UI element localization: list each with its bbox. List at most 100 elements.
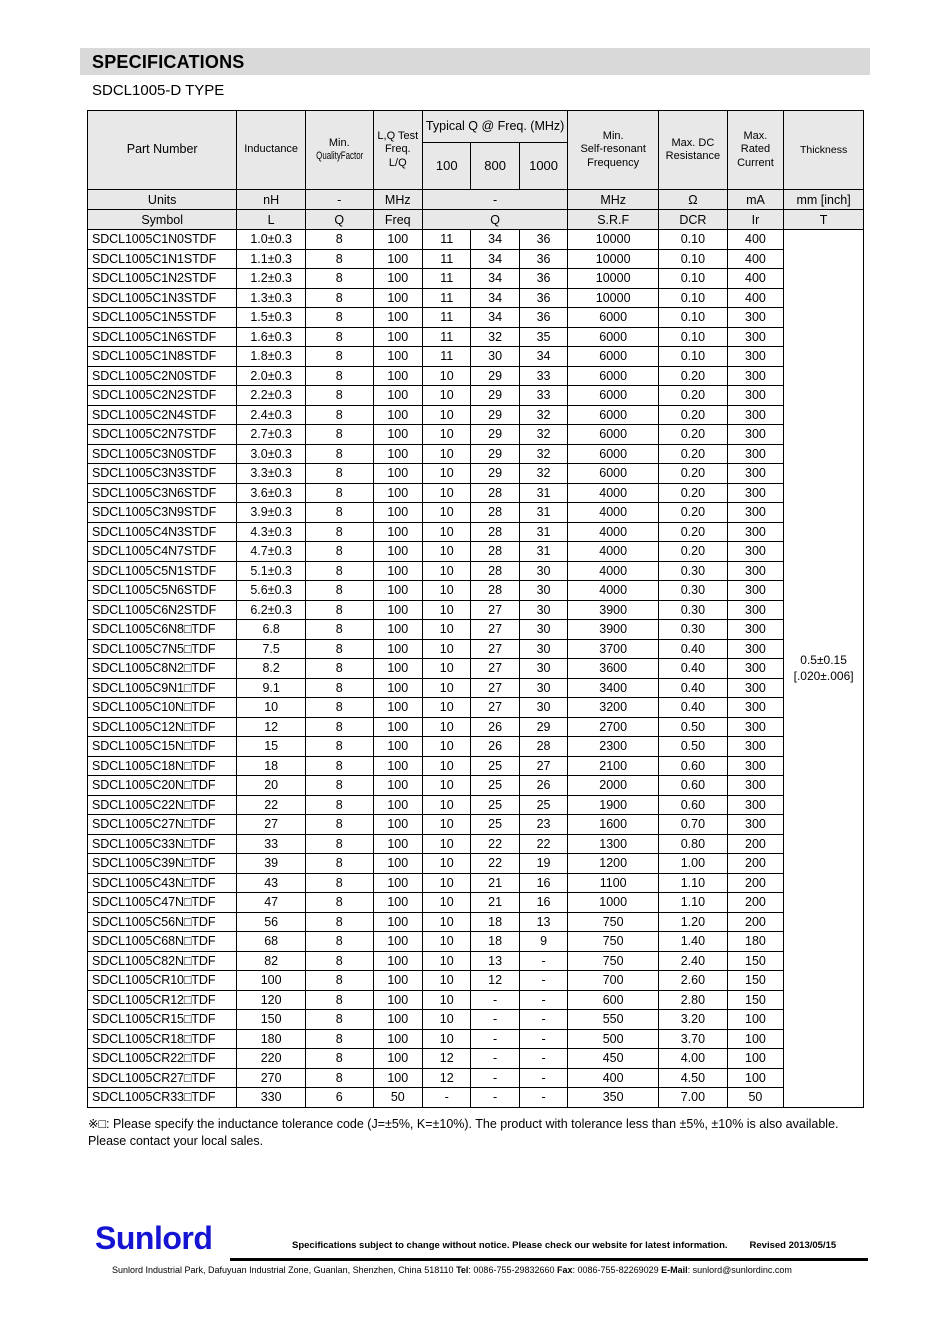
table-row: SDCL1005C4N3STDF 4.3±0.3 8 100 10 28 31 4000 0.2…	[86, 521, 864, 542]
cell-q-800: 34	[470, 307, 520, 328]
cell-q-100: 10	[421, 541, 472, 562]
cell-inductance: 7.5	[236, 638, 306, 659]
cell-q-1000: 36	[518, 307, 569, 328]
table-row: SDCL1005C43N□TDF 43 8 100 10 21 16 1100 1.10 200	[86, 872, 864, 893]
header-inductance: Inductance	[236, 110, 306, 190]
cell-dcr: 0.30	[658, 560, 728, 581]
cell-test-freq: 100	[372, 872, 424, 893]
cell-q-100: 10	[421, 697, 472, 718]
cell-srf: 4000	[567, 560, 660, 581]
cell-dcr: 0.60	[658, 775, 728, 796]
cell-min-q: 8	[304, 521, 374, 542]
cell-inductance: 270	[236, 1067, 306, 1088]
cell-q-1000: -	[518, 950, 569, 971]
symbol-thickness: T	[783, 209, 864, 230]
cell-inductance: 68	[236, 931, 306, 952]
cell-min-q: 8	[304, 580, 374, 601]
cell-q-800: 27	[470, 677, 520, 698]
cell-srf: 10000	[567, 268, 660, 289]
cell-dcr: 0.30	[658, 599, 728, 620]
cell-q-800: 30	[470, 346, 520, 367]
cell-q-100: 10	[421, 580, 472, 601]
cell-srf: 1000	[567, 892, 660, 913]
cell-min-q: 8	[304, 424, 374, 445]
cell-q-100: 10	[421, 619, 472, 640]
cell-q-800: 34	[470, 287, 520, 308]
cell-inductance: 20	[236, 775, 306, 796]
cell-min-q: 6	[304, 1087, 374, 1108]
cell-q-800: 28	[470, 521, 520, 542]
cell-q-800: 28	[470, 580, 520, 601]
table-row: SDCL1005C3N0STDF 3.0±0.3 8 100 10 29 32 6000 0.2…	[86, 443, 864, 464]
table-row: SDCL1005C22N□TDF 22 8 100 10 25 25 1900 0.60 300	[86, 794, 864, 815]
cell-ir: 150	[726, 970, 785, 991]
cell-min-q: 8	[304, 1048, 374, 1069]
cell-test-freq: 100	[372, 482, 424, 503]
cell-dcr: 0.10	[658, 248, 728, 269]
cell-inductance: 10	[236, 697, 306, 718]
cell-dcr: 0.10	[658, 268, 728, 289]
table-row: SDCL1005C1N8STDF 1.8±0.3 8 100 11 30 34 6000 0.1…	[86, 346, 864, 367]
cell-dcr: 3.20	[658, 1009, 728, 1030]
symbol-dcr: DCR	[658, 209, 728, 230]
cell-q-1000: 30	[518, 697, 569, 718]
cell-part-number: SDCL1005C27N□TDF	[86, 814, 238, 835]
table-row: SDCL1005C3N9STDF 3.9±0.3 8 100 10 28 31 4000 0.2…	[86, 502, 864, 523]
cell-ir: 300	[726, 502, 785, 523]
table-row: SDCL1005C2N4STDF 2.4±0.3 8 100 10 29 32 6000 0.2…	[86, 404, 864, 425]
table-row: SDCL1005C1N0STDF 1.0±0.3 8 100 11 34 36 10000 0.…	[86, 229, 864, 1108]
table-row: SDCL1005C33N□TDF 33 8 100 10 22 22 1300 0.80 200	[86, 833, 864, 854]
cell-min-q: 8	[304, 502, 374, 523]
cell-q-800: 22	[470, 833, 520, 854]
cell-q-100: 10	[421, 755, 472, 776]
cell-dcr: 0.30	[658, 619, 728, 640]
cell-min-q: 8	[304, 833, 374, 854]
cell-part-number: SDCL1005CR10□TDF	[86, 970, 238, 991]
cell-dcr: 0.40	[658, 697, 728, 718]
footer-address-line: Sunlord Industrial Park, Dafuyuan Indust…	[112, 1265, 792, 1275]
cell-q-100: 10	[421, 833, 472, 854]
cell-test-freq: 100	[372, 970, 424, 991]
cell-ir: 300	[726, 443, 785, 464]
cell-inductance: 47	[236, 892, 306, 913]
cell-q-100: 12	[421, 1048, 472, 1069]
cell-q-1000: 30	[518, 560, 569, 581]
cell-test-freq: 100	[372, 677, 424, 698]
cell-dcr: 1.10	[658, 872, 728, 893]
cell-ir: 300	[726, 404, 785, 425]
cell-q-1000: -	[518, 970, 569, 991]
table-row: SDCL1005CR12□TDF 120 8 100 10- -600 2.80 150	[86, 989, 864, 1010]
cell-q-100: 10	[421, 404, 472, 425]
table-row: SDCL1005C6N2STDF 6.2±0.3 8 100 10 27 30 3900 0.3…	[86, 599, 864, 620]
cell-min-q: 8	[304, 404, 374, 425]
cell-q-1000: -	[518, 989, 569, 1010]
cell-min-q: 8	[304, 385, 374, 406]
cell-ir: 200	[726, 911, 785, 932]
cell-inductance: 150	[236, 1009, 306, 1030]
cell-q-1000: 32	[518, 404, 569, 425]
table-row: SDCL1005C1N2STDF 1.2±0.3 8 100 11 34 36 10000 0.…	[86, 268, 864, 289]
cell-test-freq: 100	[372, 248, 424, 269]
cell-ir: 100	[726, 1009, 785, 1030]
cell-q-1000: 33	[518, 385, 569, 406]
cell-inductance: 1.8±0.3	[236, 346, 306, 367]
cell-part-number: SDCL1005C7N5□TDF	[86, 638, 238, 659]
cell-inductance: 22	[236, 794, 306, 815]
cell-dcr: 0.20	[658, 424, 728, 445]
cell-q-100: 10	[421, 736, 472, 757]
cell-q-800: 28	[470, 482, 520, 503]
table-row: SDCL1005C6N8□TDF 6.8 8 100 10 27 30 3900 0.30 300	[86, 619, 864, 640]
cell-ir: 300	[726, 599, 785, 620]
cell-min-q: 8	[304, 1067, 374, 1088]
cell-q-800: 29	[470, 385, 520, 406]
cell-part-number: SDCL1005C1N6STDF	[86, 326, 238, 347]
cell-dcr: 7.00	[658, 1087, 728, 1108]
symbol-ir: Ir	[726, 209, 785, 230]
table-row: SDCL1005C3N6STDF 3.6±0.3 8 100 10 28 31 4000 0.2…	[86, 482, 864, 503]
cell-inductance: 9.1	[236, 677, 306, 698]
cell-q-100: -	[421, 1087, 472, 1108]
cell-q-800: -	[470, 1087, 520, 1108]
cell-srf: 550	[567, 1009, 660, 1030]
cell-dcr: 0.20	[658, 443, 728, 464]
cell-part-number: SDCL1005C82N□TDF	[86, 950, 238, 971]
